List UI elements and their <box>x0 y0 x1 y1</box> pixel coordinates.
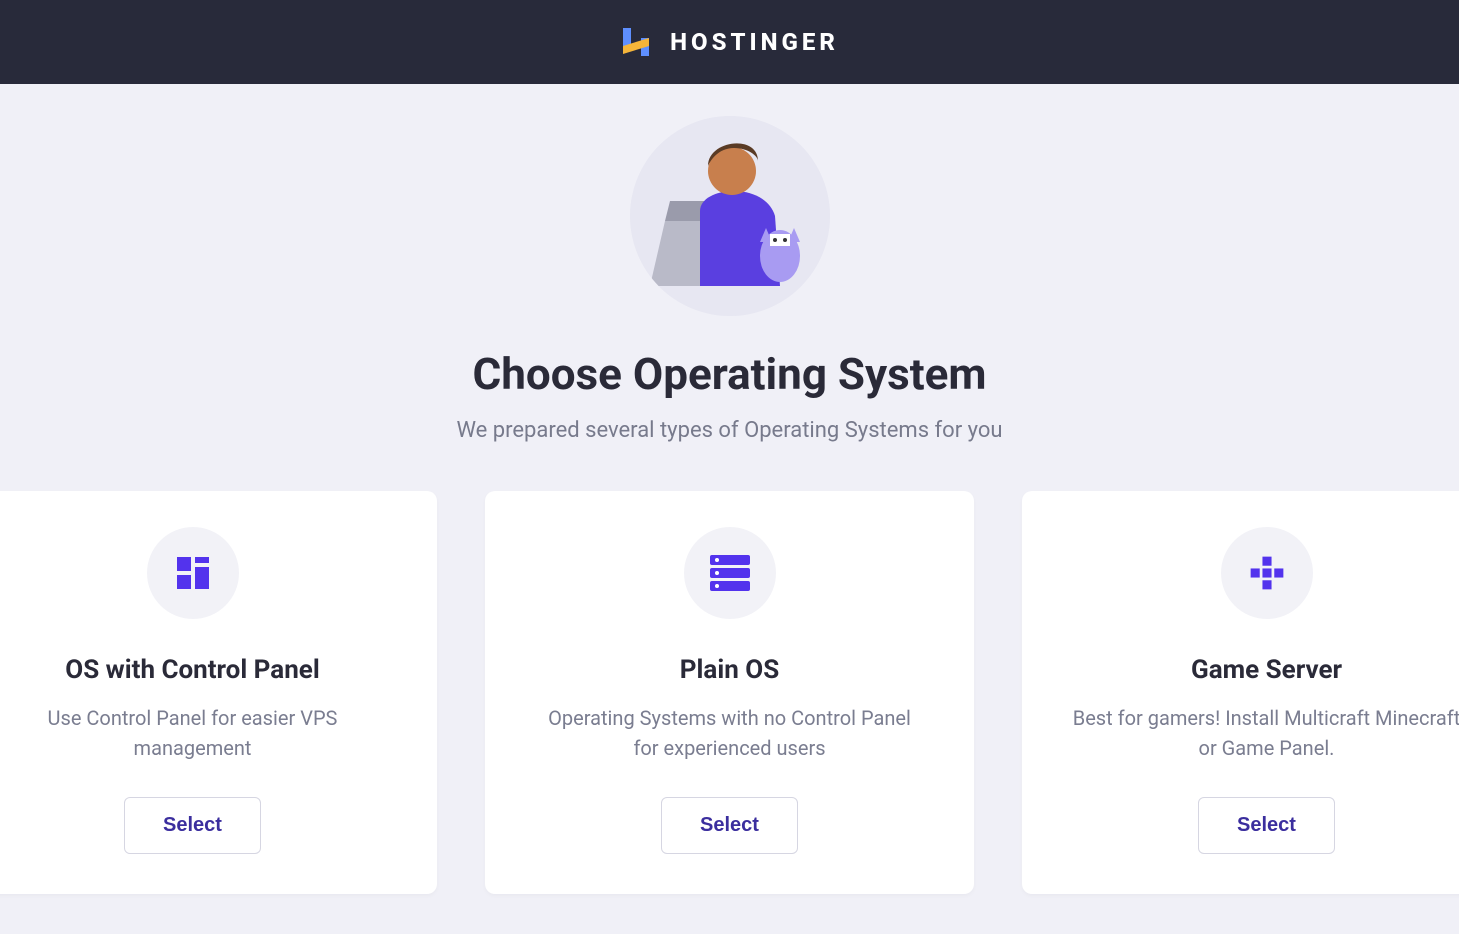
server-icon <box>684 527 776 619</box>
option-description: Best for gamers! Install Multicraft Mine… <box>1072 703 1459 763</box>
page-title: Choose Operating System <box>472 348 986 400</box>
option-description: Operating Systems with no Control Panel … <box>535 703 924 763</box>
os-options-row: OS with Control Panel Use Control Panel … <box>0 491 1459 934</box>
option-card-plain-os: Plain OS Operating Systems with no Contr… <box>485 491 974 894</box>
select-button-os-with-control-panel[interactable]: Select <box>124 797 261 854</box>
page-subtitle: We prepared several types of Operating S… <box>456 418 1002 443</box>
option-description: Use Control Panel for easier VPS managem… <box>0 703 387 763</box>
gamepad-icon <box>1221 527 1313 619</box>
hero-illustration <box>630 116 830 316</box>
option-title: Game Server <box>1191 655 1342 685</box>
hostinger-logo-icon <box>620 26 652 58</box>
select-button-game-server[interactable]: Select <box>1198 797 1335 854</box>
option-card-game-server: Game Server Best for gamers! Install Mul… <box>1022 491 1459 894</box>
brand-name: HOSTINGER <box>670 28 839 56</box>
select-button-plain-os[interactable]: Select <box>661 797 798 854</box>
option-title: Plain OS <box>680 655 779 685</box>
dashboard-icon <box>147 527 239 619</box>
option-card-os-with-control-panel: OS with Control Panel Use Control Panel … <box>0 491 437 894</box>
topbar: HOSTINGER <box>0 0 1459 84</box>
hero: Choose Operating System We prepared seve… <box>0 84 1459 491</box>
option-title: OS with Control Panel <box>65 655 319 685</box>
